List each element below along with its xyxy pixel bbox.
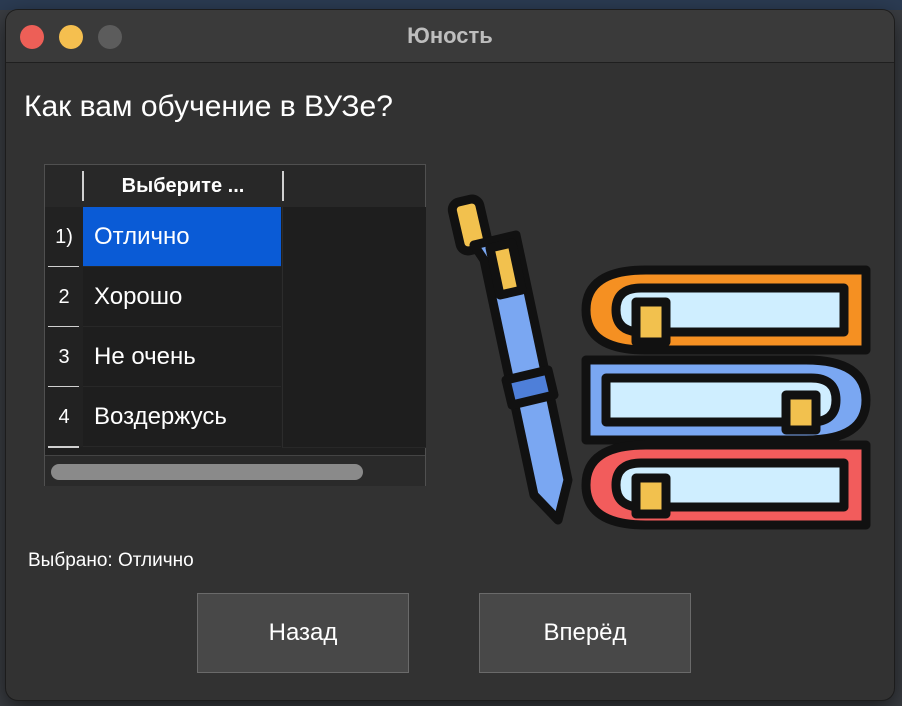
option-cell-not-very[interactable]: Не очень: [83, 327, 281, 387]
next-button[interactable]: Вперёд: [479, 593, 691, 673]
option-cell-abstain[interactable]: Воздержусь: [83, 387, 281, 447]
desktop-background: [0, 0, 902, 10]
title-bar: Юность: [6, 10, 894, 63]
row-number: 2: [45, 267, 83, 327]
row-number: 3: [45, 327, 83, 387]
books-stack-icon: [581, 265, 871, 530]
table-row[interactable]: 4 Воздержусь: [45, 387, 426, 448]
table-row[interactable]: 1) Отлично: [45, 207, 426, 268]
scrollbar-thumb[interactable]: [51, 464, 363, 480]
table-row[interactable]: 2 Хорошо: [45, 267, 426, 328]
row-number: 1): [45, 207, 83, 267]
question-heading: Как вам обучение в ВУЗе?: [24, 90, 393, 123]
table-row[interactable]: 3 Не очень: [45, 327, 426, 388]
empty-cell: [282, 327, 426, 388]
empty-cell: [282, 387, 426, 448]
pen-icon: [447, 194, 573, 525]
education-illustration: [447, 194, 871, 530]
empty-cell: [282, 207, 426, 268]
row-number: 4: [45, 387, 83, 447]
empty-cell: [282, 267, 426, 328]
column-header[interactable]: Выберите ...: [83, 165, 283, 207]
back-button[interactable]: Назад: [197, 593, 409, 673]
row-divider: [48, 446, 79, 448]
option-cell-good[interactable]: Хорошо: [83, 267, 281, 327]
horizontal-scrollbar[interactable]: [45, 455, 425, 486]
selection-status: Выбрано: Отлично: [28, 550, 194, 571]
option-cell-excellent[interactable]: Отлично: [83, 207, 281, 267]
table-header: Выберите ...: [45, 165, 425, 207]
app-window: Юность Как вам обучение в ВУЗе? Выберите…: [6, 10, 894, 700]
header-separator: [282, 171, 284, 201]
window-title: Юность: [407, 23, 493, 48]
options-table: Выберите ... 1) Отлично 2 Хорошо 3 Не оч…: [44, 164, 426, 486]
